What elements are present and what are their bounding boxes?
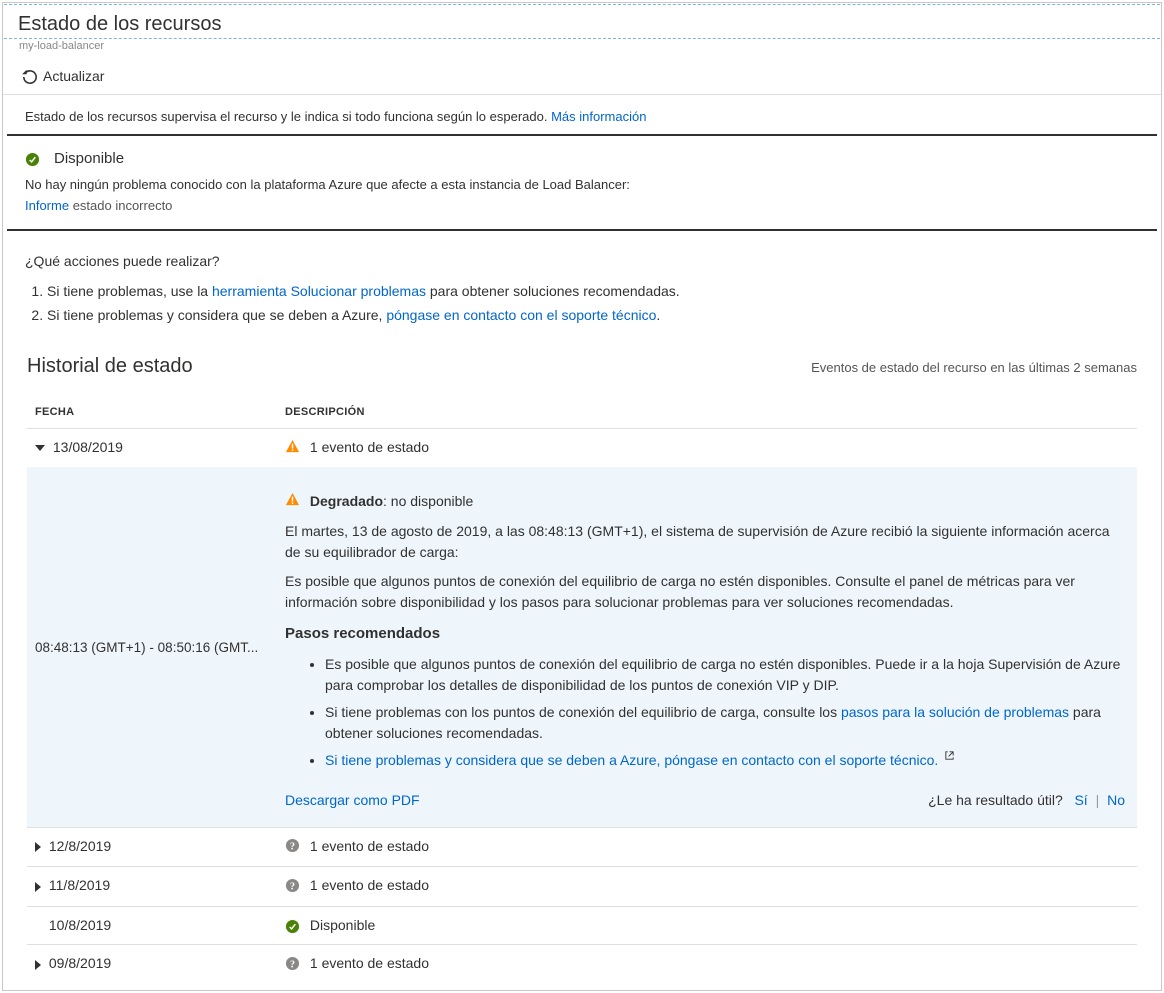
history-row[interactable]: 10/8/2019 Disponible <box>27 906 1137 945</box>
check-icon <box>285 918 300 935</box>
svg-text:?: ? <box>290 881 295 892</box>
intro-text: Estado de los recursos supervisa el recu… <box>25 109 547 124</box>
contact-support-link[interactable]: póngase en contacto con el soporte técni… <box>386 307 656 323</box>
chevron-down-icon <box>35 445 45 451</box>
question-icon: ? <box>285 956 300 974</box>
history-subtitle: Eventos de estado del recurso en las últ… <box>811 360 1137 375</box>
page-title: Estado de los recursos <box>18 13 221 36</box>
actions-title: ¿Qué acciones puede realizar? <box>25 253 1139 269</box>
contact-support-link-2[interactable]: Si tiene problemas y considera que se de… <box>325 752 938 768</box>
status-detail-text: No hay ningún problema conocido con la p… <box>25 177 630 192</box>
check-icon <box>25 150 40 166</box>
history-row[interactable]: 09/8/2019 ? 1 evento de estado <box>27 945 1137 984</box>
history-title: Historial de estado <box>27 355 193 378</box>
report-status-link[interactable]: Informe <box>25 198 69 213</box>
report-status-rest: estado incorrecto <box>69 198 172 213</box>
history-row[interactable]: 13/08/2019 1 evento de estado <box>27 428 1137 467</box>
useful-question: ¿Le ha resultado útil? <box>928 792 1063 808</box>
history-row-expanded: 08:48:13 (GMT+1) - 08:50:16 (GMT... Degr… <box>27 467 1137 828</box>
event-para1: El martes, 13 de agosto de 2019, a las 0… <box>285 521 1125 563</box>
action-item-2: Si tiene problemas y considera que se de… <box>47 303 1139 327</box>
question-icon: ? <box>285 838 300 856</box>
svg-text:?: ? <box>290 842 295 853</box>
refresh-button[interactable]: Actualizar <box>21 68 104 84</box>
recommended-steps-title: Pasos recomendados <box>285 623 1125 646</box>
more-info-link[interactable]: Más información <box>551 109 646 124</box>
refresh-label: Actualizar <box>43 68 104 84</box>
status-label: Disponible <box>54 150 124 167</box>
history-row[interactable]: 12/8/2019 ? 1 evento de estado <box>27 828 1137 867</box>
step-1: Es posible que algunos puntos de conexió… <box>325 651 1125 699</box>
svg-text:?: ? <box>290 959 295 970</box>
useful-no[interactable]: No <box>1107 792 1125 808</box>
history-table: Fecha Descripción 13/08/2019 1 evento <box>27 396 1137 984</box>
chevron-right-icon <box>35 842 41 852</box>
event-para2: Es posible que algunos puntos de conexió… <box>285 571 1125 613</box>
action-item-1: Si tiene problemas, use la herramienta S… <box>47 279 1139 303</box>
chevron-right-icon <box>35 882 41 892</box>
step-2: Si tiene problemas con los puntos de con… <box>325 699 1125 747</box>
event-time-range: 08:48:13 (GMT+1) - 08:50:16 (GMT... <box>35 640 258 655</box>
refresh-icon <box>21 68 37 84</box>
step-3: Si tiene problemas y considera que se de… <box>325 747 1125 774</box>
col-desc: Descripción <box>277 396 1137 429</box>
col-date: Fecha <box>27 396 277 429</box>
warning-icon <box>285 492 300 513</box>
degraded-label: Degradado <box>310 493 383 509</box>
resource-name: my-load-balancer <box>3 40 1161 58</box>
warning-icon <box>285 439 300 457</box>
external-link-icon <box>944 752 955 764</box>
question-icon: ? <box>285 878 300 896</box>
troubleshooting-steps-link[interactable]: pasos para la solución de problemas <box>841 704 1069 720</box>
history-row[interactable]: 11/8/2019 ? 1 evento de estado <box>27 867 1137 906</box>
chevron-right-icon <box>35 960 41 970</box>
troubleshoot-tool-link[interactable]: herramienta Solucionar problemas <box>212 283 426 299</box>
useful-yes[interactable]: Sí <box>1074 792 1087 808</box>
download-pdf-link[interactable]: Descargar como PDF <box>285 790 420 811</box>
